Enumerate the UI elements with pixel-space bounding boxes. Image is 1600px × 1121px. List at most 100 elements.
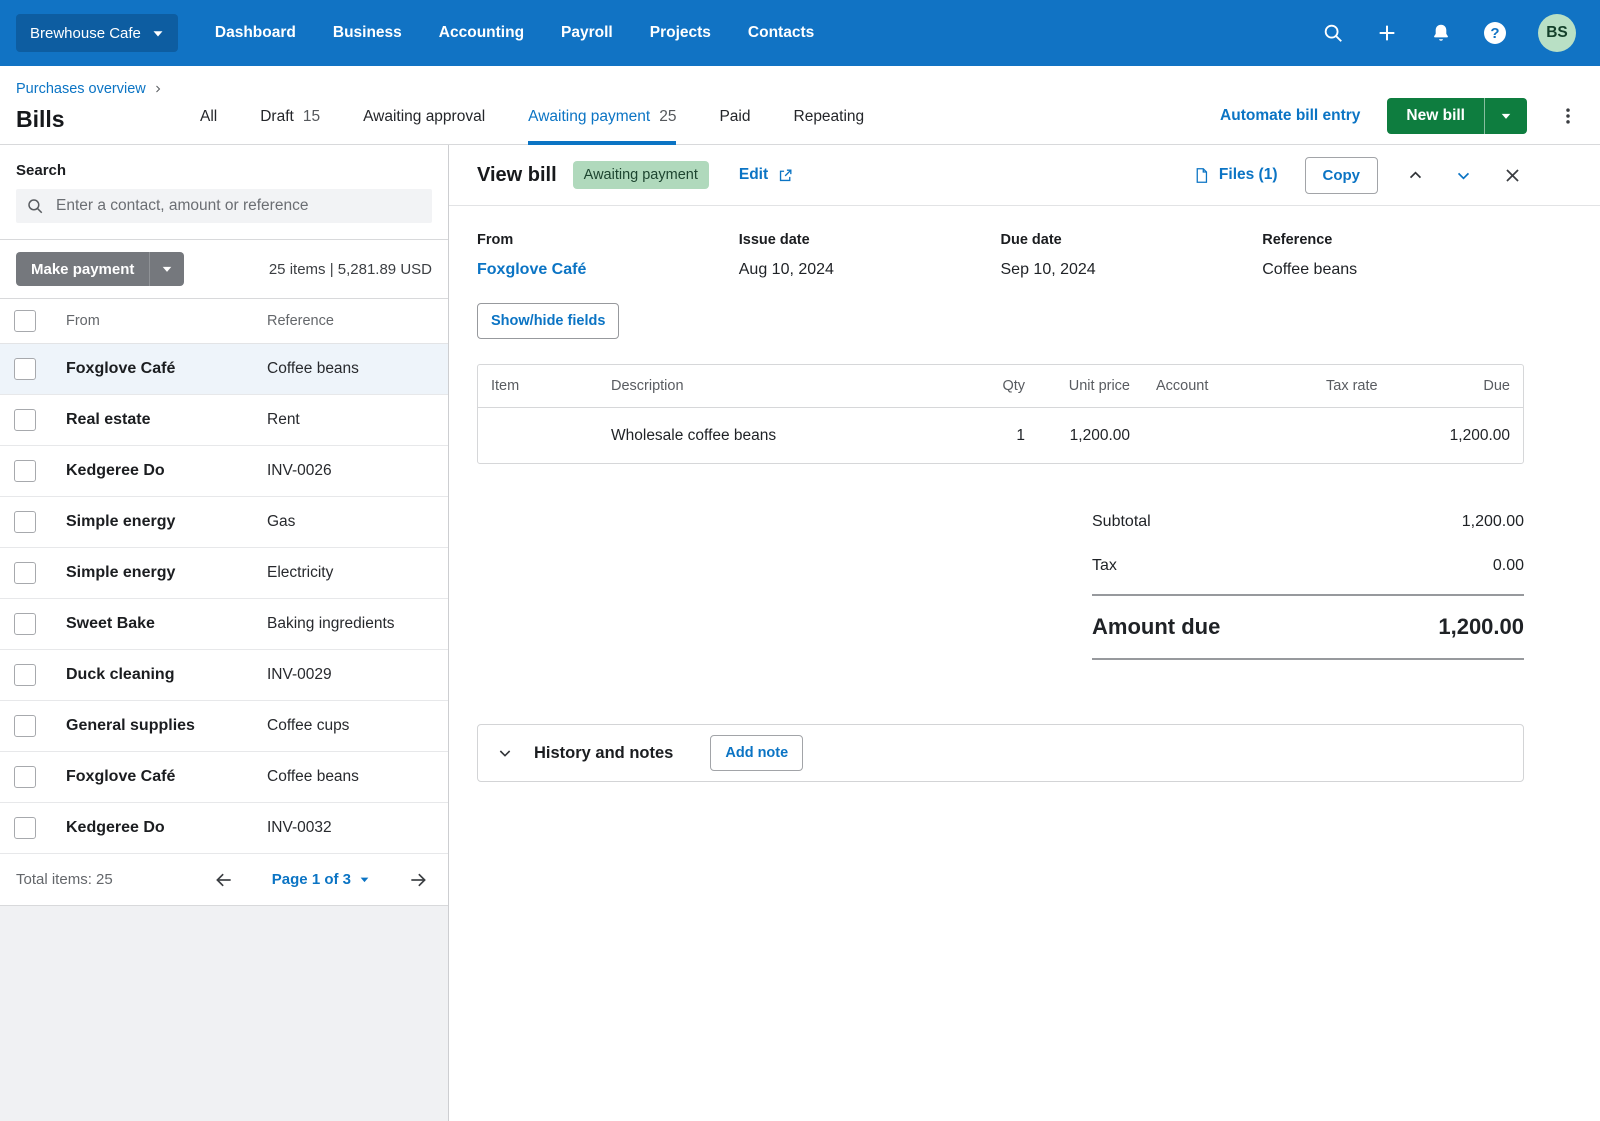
col-header-due: Due: [1428, 378, 1523, 394]
items-table-head: ItemDescriptionQtyUnit priceAccountTax r…: [478, 365, 1523, 408]
bill-list-row[interactable]: Kedgeree Do INV-0026: [0, 446, 448, 497]
kebab-icon: [1558, 106, 1578, 126]
nav-contacts[interactable]: Contacts: [748, 24, 814, 42]
nav-dashboard[interactable]: Dashboard: [215, 24, 296, 42]
nav-projects[interactable]: Projects: [650, 24, 711, 42]
avatar[interactable]: BS: [1538, 14, 1576, 52]
more-options-button[interactable]: [1554, 102, 1582, 130]
collapse-toggle[interactable]: [497, 745, 513, 761]
tabs: All Draft15 Awaiting approval Awaiting paym…: [200, 108, 864, 144]
content-body: Search Make payment 25 items | 5,281.89 …: [0, 145, 1600, 1121]
topbar: Brewhouse Cafe Dashboard Business Accounti…: [0, 0, 1600, 66]
line-item-cell: 1: [978, 427, 1038, 445]
tab-label: Awaiting payment: [528, 108, 650, 126]
copy-button[interactable]: Copy: [1305, 157, 1379, 194]
row-reference: Electricity: [267, 564, 448, 582]
make-payment-dropdown-button[interactable]: [149, 252, 184, 286]
help-button[interactable]: ?: [1484, 22, 1506, 44]
tax-value: 0.00: [1493, 557, 1524, 575]
row-checkbox-cell: [0, 511, 66, 533]
bill-list-row[interactable]: Foxglove Café Coffee beans: [0, 752, 448, 803]
row-reference: INV-0032: [267, 819, 448, 837]
nav-business[interactable]: Business: [333, 24, 402, 42]
row-checkbox[interactable]: [14, 358, 36, 380]
row-checkbox[interactable]: [14, 460, 36, 482]
tab-draft[interactable]: Draft15: [260, 108, 320, 145]
nav-accounting[interactable]: Accounting: [439, 24, 524, 42]
org-switcher-button[interactable]: Brewhouse Cafe: [16, 14, 178, 52]
row-reference: Coffee beans: [267, 360, 448, 378]
row-checkbox[interactable]: [14, 562, 36, 584]
automate-bill-entry-link[interactable]: Automate bill entry: [1220, 107, 1360, 125]
row-checkbox[interactable]: [14, 613, 36, 635]
next-page-button[interactable]: [406, 868, 430, 892]
new-bill-dropdown-button[interactable]: [1484, 98, 1527, 134]
bill-field: From Foxglove Café: [477, 232, 739, 279]
items-summary: 25 items | 5,281.89 USD: [269, 261, 432, 278]
bill-list-row[interactable]: Foxglove Café Coffee beans: [0, 344, 448, 395]
row-from: Simple energy: [66, 513, 267, 531]
row-reference: INV-0029: [267, 666, 448, 684]
subtotal-label: Subtotal: [1092, 513, 1151, 531]
new-bill-button[interactable]: New bill: [1387, 98, 1484, 134]
bill-list-row[interactable]: Sweet Bake Baking ingredients: [0, 599, 448, 650]
bill-list-row[interactable]: Kedgeree Do INV-0032: [0, 803, 448, 854]
bills-sidebar: Search Make payment 25 items | 5,281.89 …: [0, 145, 449, 1121]
row-checkbox[interactable]: [14, 511, 36, 533]
sidebar-filler: [0, 906, 448, 1121]
page-label: Page 1 of 3: [272, 871, 351, 888]
history-title: History and notes: [534, 744, 673, 763]
plus-icon: [1376, 22, 1398, 44]
create-new-button[interactable]: [1376, 22, 1398, 44]
bill-list: Foxglove Café Coffee beans Real estate R…: [0, 344, 448, 854]
breadcrumb[interactable]: Purchases overview: [16, 81, 163, 97]
search-button[interactable]: [1322, 22, 1344, 44]
bill-field: Issue date Aug 10, 2024: [739, 232, 1001, 279]
search-icon: [1322, 22, 1344, 44]
files-link[interactable]: Files (1): [1193, 166, 1278, 184]
total-items-label: Total items: 25: [16, 871, 212, 888]
page-selector[interactable]: Page 1 of 3: [266, 870, 376, 889]
field-label: Reference: [1262, 232, 1524, 248]
row-checkbox[interactable]: [14, 715, 36, 737]
tab-all[interactable]: All: [200, 108, 217, 145]
bill-list-row[interactable]: Simple energy Gas: [0, 497, 448, 548]
org-name: Brewhouse Cafe: [30, 25, 141, 42]
edit-link[interactable]: Edit: [739, 166, 794, 184]
add-note-button[interactable]: Add note: [710, 735, 803, 771]
close-button[interactable]: [1501, 164, 1524, 187]
field-value: Coffee beans: [1262, 261, 1524, 279]
row-from: Foxglove Café: [66, 768, 267, 786]
row-from: Real estate: [66, 411, 267, 429]
next-bill-button[interactable]: [1453, 165, 1474, 186]
tab-awaiting-approval[interactable]: Awaiting approval: [363, 108, 485, 145]
contact-link[interactable]: Foxglove Café: [477, 261, 739, 279]
previous-page-button[interactable]: [212, 868, 236, 892]
show-hide-fields-button[interactable]: Show/hide fields: [477, 303, 619, 339]
row-checkbox[interactable]: [14, 766, 36, 788]
bill-list-row[interactable]: Duck cleaning INV-0029: [0, 650, 448, 701]
column-header-reference: Reference: [267, 313, 448, 329]
make-payment-button[interactable]: Make payment: [16, 252, 149, 286]
search-input[interactable]: [54, 196, 422, 216]
field-value: Sep 10, 2024: [1001, 261, 1263, 279]
bill-list-row[interactable]: General supplies Coffee cups: [0, 701, 448, 752]
pagination: Total items: 25 Page 1 of 3: [0, 854, 448, 906]
tab-repeating[interactable]: Repeating: [794, 108, 865, 145]
select-all-checkbox[interactable]: [14, 310, 36, 332]
tab-paid[interactable]: Paid: [719, 108, 750, 145]
row-checkbox[interactable]: [14, 409, 36, 431]
nav-payroll[interactable]: Payroll: [561, 24, 613, 42]
tab-label: Awaiting approval: [363, 108, 485, 126]
search-block: Search: [0, 145, 448, 240]
bill-list-row[interactable]: Simple energy Electricity: [0, 548, 448, 599]
tab-awaiting-payment[interactable]: Awaiting payment25: [528, 108, 676, 145]
search-label: Search: [16, 162, 432, 179]
notifications-button[interactable]: [1430, 22, 1452, 44]
row-checkbox[interactable]: [14, 664, 36, 686]
breadcrumb-label: Purchases overview: [16, 81, 146, 97]
previous-bill-button[interactable]: [1405, 165, 1426, 186]
arrow-right-icon: [408, 870, 428, 890]
bill-list-row[interactable]: Real estate Rent: [0, 395, 448, 446]
row-checkbox[interactable]: [14, 817, 36, 839]
